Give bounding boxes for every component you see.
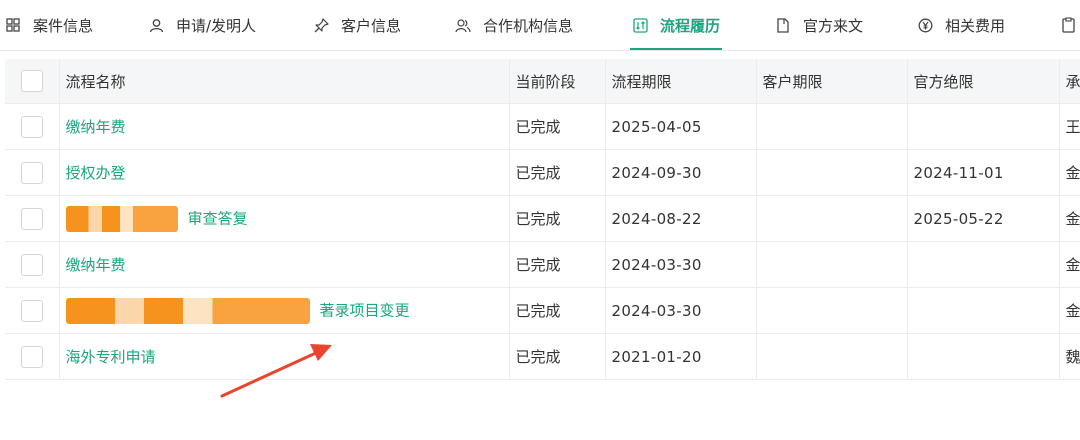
workflow-icon <box>632 17 648 33</box>
handler-cell: 王 <box>1059 103 1080 150</box>
select-all-cell <box>5 59 60 104</box>
process-name-link[interactable]: 审查答复 <box>188 209 248 227</box>
handler-cell: 金 <box>1059 195 1080 242</box>
document-icon <box>775 17 791 33</box>
col-header-official-deadline[interactable]: 官方绝限 <box>907 59 1060 104</box>
table-row[interactable]: 缴纳年费 已完成 2024-03-30 金 <box>5 241 1080 288</box>
official-deadline-cell: 2025-05-22 <box>907 195 1060 242</box>
stage-cell: 已完成 <box>509 333 606 380</box>
process-name-cell: 著录项目变更 <box>59 287 510 334</box>
client-deadline-cell <box>756 149 908 196</box>
yen-icon <box>917 17 933 33</box>
client-deadline-cell <box>756 241 908 288</box>
process-deadline-cell: 2024-03-30 <box>605 241 757 288</box>
col-header-client-deadline[interactable]: 客户期限 <box>756 59 908 104</box>
clipboard-icon <box>1060 17 1076 33</box>
table-row[interactable]: 缴纳年费 已完成 2025-04-05 王 <box>5 103 1080 150</box>
process-table: 流程名称 当前阶段 流程期限 客户期限 官方绝限 承 缴纳年费 已完成 2025… <box>5 59 1080 380</box>
row-checkbox[interactable] <box>20 207 43 230</box>
process-name-link[interactable]: 缴纳年费 <box>66 256 126 274</box>
tab-process-history[interactable]: 流程履历 <box>629 0 723 50</box>
tab-label: 流程履历 <box>660 16 721 35</box>
process-deadline-cell: 2024-08-22 <box>605 195 757 242</box>
stage-cell: 已完成 <box>509 241 606 288</box>
tab-official-documents[interactable]: 官方来文 <box>775 0 863 50</box>
tab-label: 相关费用 <box>945 16 1006 35</box>
row-checkbox[interactable] <box>20 253 43 276</box>
col-header-stage[interactable]: 当前阶段 <box>509 59 606 104</box>
official-deadline-cell <box>907 333 1060 380</box>
tab-applicant-inventor[interactable]: 申请/发明人 <box>148 0 256 50</box>
process-table-wrapper: 流程名称 当前阶段 流程期限 客户期限 官方绝限 承 缴纳年费 已完成 2025… <box>5 59 1080 380</box>
people-icon <box>455 17 471 33</box>
client-deadline-cell <box>756 195 908 242</box>
pin-icon <box>313 17 329 33</box>
stage-cell: 已完成 <box>509 149 606 196</box>
process-name-cell: 缴纳年费 <box>59 103 510 150</box>
tab-partner-info[interactable]: 合作机构信息 <box>455 0 573 50</box>
official-deadline-cell <box>907 103 1060 150</box>
row-select-cell <box>5 241 60 288</box>
process-name-cell: 缴纳年费 <box>59 241 510 288</box>
process-name-cell: 审查答复 <box>59 195 510 242</box>
tab-case-info[interactable]: 案件信息 <box>5 0 93 50</box>
process-name-cell: 授权办登 <box>59 149 510 196</box>
process-name-link[interactable]: 授权办登 <box>66 164 126 182</box>
select-all-checkbox[interactable] <box>20 70 43 92</box>
col-header-process-deadline[interactable]: 流程期限 <box>605 59 757 104</box>
col-header-process-name[interactable]: 流程名称 <box>59 59 510 104</box>
redacted-label <box>65 205 178 232</box>
process-name-link[interactable]: 缴纳年费 <box>66 118 126 136</box>
tab-label: 合作机构信息 <box>483 16 574 35</box>
row-select-cell <box>5 287 60 334</box>
row-checkbox[interactable] <box>20 115 43 138</box>
row-select-cell <box>5 195 60 242</box>
table-row[interactable]: 著录项目变更 已完成 2024-03-30 金 <box>5 287 1080 334</box>
handler-cell: 金 <box>1059 287 1080 334</box>
process-name-cell: 海外专利申请 <box>59 333 510 380</box>
process-deadline-cell: 2024-03-30 <box>605 287 757 334</box>
client-deadline-cell <box>756 333 908 380</box>
row-select-cell <box>5 103 60 150</box>
redacted-label <box>65 297 310 324</box>
tab-label: 申请/发明人 <box>176 16 257 35</box>
tab-related-fees[interactable]: 相关费用 <box>917 0 1005 50</box>
handler-cell: 金 <box>1059 149 1080 196</box>
table-row[interactable]: 授权办登 已完成 2024-09-30 2024-11-01 金 <box>5 149 1080 196</box>
tab-bar: 案件信息 申请/发明人 客户信息 合作机构信息 流程履历 官方来文 相关费用 <box>0 0 1080 51</box>
tab-label: 客户信息 <box>341 16 402 35</box>
stage-cell: 已完成 <box>509 195 606 242</box>
row-select-cell <box>5 149 60 196</box>
official-deadline-cell <box>907 241 1060 288</box>
stage-cell: 已完成 <box>509 103 606 150</box>
row-select-cell <box>5 333 60 380</box>
tab-label: 案件信息 <box>33 16 94 35</box>
row-checkbox[interactable] <box>20 299 43 322</box>
row-checkbox[interactable] <box>20 345 43 368</box>
row-checkbox[interactable] <box>20 161 43 184</box>
official-deadline-cell: 2024-11-01 <box>907 149 1060 196</box>
client-deadline-cell <box>756 103 908 150</box>
table-row[interactable]: 海外专利申请 已完成 2021-01-20 魏 <box>5 333 1080 380</box>
col-header-handler[interactable]: 承 <box>1059 59 1080 104</box>
tab-more[interactable] <box>1060 0 1080 50</box>
handler-cell: 魏 <box>1059 333 1080 380</box>
process-deadline-cell: 2021-01-20 <box>605 333 757 380</box>
table-row[interactable]: 审查答复 已完成 2024-08-22 2025-05-22 金 <box>5 195 1080 242</box>
process-deadline-cell: 2025-04-05 <box>605 103 757 150</box>
process-name-link[interactable]: 海外专利申请 <box>66 348 156 366</box>
process-deadline-cell: 2024-09-30 <box>605 149 757 196</box>
official-deadline-cell <box>907 287 1060 334</box>
tab-client-info[interactable]: 客户信息 <box>313 0 401 50</box>
grid-icon <box>5 17 21 33</box>
tab-label: 官方来文 <box>803 16 864 35</box>
stage-cell: 已完成 <box>509 287 606 334</box>
handler-cell: 金 <box>1059 241 1080 288</box>
client-deadline-cell <box>756 287 908 334</box>
table-header-row: 流程名称 当前阶段 流程期限 客户期限 官方绝限 承 <box>5 59 1080 104</box>
process-name-link[interactable]: 著录项目变更 <box>320 301 410 319</box>
person-icon <box>148 17 164 33</box>
